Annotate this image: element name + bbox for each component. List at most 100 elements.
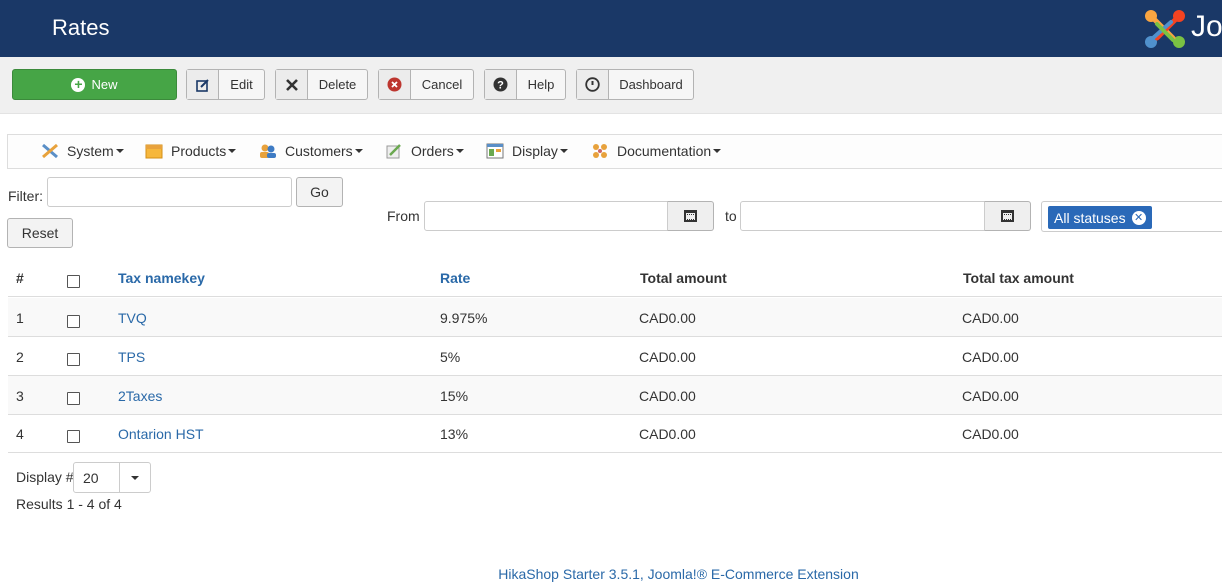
from-label: From (387, 208, 420, 224)
table-row: 4 Ontarion HST 13% CAD0.00 CAD0.00 (8, 414, 1222, 453)
filter-input[interactable] (47, 177, 292, 207)
row-checkbox[interactable] (67, 430, 80, 443)
go-button[interactable]: Go (296, 177, 343, 207)
menu-item-orders[interactable]: Orders (385, 143, 464, 159)
cancel-button-label: Cancel (421, 77, 463, 92)
row-num: 2 (16, 349, 24, 365)
select-all-checkbox[interactable] (67, 275, 80, 288)
edit-button-label: Edit (230, 77, 253, 92)
display-icon (486, 143, 504, 159)
caret-down-icon (115, 149, 124, 153)
row-num: 1 (16, 310, 24, 326)
status-tag: All statuses ✕ (1048, 206, 1152, 229)
display-count-select[interactable]: 20 (73, 462, 151, 493)
footer-link[interactable]: HikaShop Starter 3.5.1, Joomla!® E-Comme… (0, 566, 1222, 582)
documentation-icon (593, 144, 607, 158)
status-filter[interactable]: All statuses ✕ (1041, 201, 1222, 232)
tools-icon (42, 143, 58, 159)
calendar-icon (684, 210, 697, 222)
to-date-input[interactable] (740, 201, 985, 231)
row-namekey-link[interactable]: 2Taxes (118, 388, 162, 404)
caret-down-icon (228, 149, 237, 153)
main-menu: System Products Customers Orders Display… (7, 134, 1222, 169)
row-namekey-link[interactable]: TPS (118, 349, 145, 365)
svg-text:?: ? (497, 80, 504, 92)
row-rate: 13% (440, 426, 469, 442)
menu-item-display[interactable]: Display (486, 143, 568, 159)
caret-down-icon (119, 463, 150, 492)
row-namekey-link[interactable]: TVQ (118, 310, 147, 326)
results-count: Results 1 - 4 of 4 (16, 496, 122, 512)
row-namekey-link[interactable]: Ontarion HST (118, 426, 204, 442)
row-rate: 5% (440, 349, 461, 365)
row-rate: 15% (440, 388, 469, 404)
menu-item-label: Documentation (617, 143, 712, 159)
menu-item-label: Orders (411, 143, 454, 159)
col-total-tax-amount: Total tax amount (963, 270, 1074, 286)
filter-label: Filter: (8, 188, 43, 204)
menu-item-label: Display (512, 143, 558, 159)
dashboard-button[interactable]: Dashboard (576, 69, 694, 100)
row-tax-total: CAD0.00 (962, 426, 1019, 442)
menu-item-system[interactable]: System (41, 143, 124, 159)
joomla-logo[interactable]: Jo (1143, 8, 1222, 50)
table-header: # Tax namekey Rate Total amount Total ta… (8, 259, 1222, 297)
menu-item-products[interactable]: Products (145, 143, 237, 159)
customers-icon (260, 144, 276, 158)
status-tag-label: All statuses (1054, 209, 1126, 226)
toolbar: + New Edit Delete Cancel ? Help Dashboar… (0, 57, 1222, 114)
to-calendar-button[interactable] (984, 201, 1031, 231)
display-label: Display # (16, 469, 74, 485)
joomla-logo-icon (1145, 10, 1185, 48)
row-checkbox[interactable] (67, 353, 80, 366)
caret-down-icon (455, 149, 464, 153)
products-icon (145, 144, 163, 159)
row-tax-total: CAD0.00 (962, 310, 1019, 326)
caret-down-icon (559, 149, 568, 153)
row-rate: 9.975% (440, 310, 488, 326)
col-total-amount: Total amount (640, 270, 727, 286)
orders-icon (386, 144, 401, 159)
row-tax-total: CAD0.00 (962, 388, 1019, 404)
menu-item-label: Customers (285, 143, 353, 159)
row-tax-total: CAD0.00 (962, 349, 1019, 365)
dashboard-button-label: Dashboard (619, 77, 683, 92)
menu-item-label: Products (171, 143, 227, 159)
reset-button[interactable]: Reset (7, 218, 73, 248)
table-row: 1 TVQ 9.975% CAD0.00 CAD0.00 (8, 298, 1222, 337)
col-tax-namekey[interactable]: Tax namekey (118, 270, 205, 286)
top-header: Rates Jo (0, 0, 1222, 57)
row-total: CAD0.00 (639, 426, 696, 442)
menu-item-label: System (67, 143, 114, 159)
row-total: CAD0.00 (639, 349, 696, 365)
new-button[interactable]: + New (12, 69, 177, 100)
to-label: to (725, 208, 737, 224)
calendar-icon (1001, 210, 1014, 222)
help-button[interactable]: ? Help (484, 69, 566, 100)
delete-button-label: Delete (318, 77, 357, 92)
new-button-label: New (91, 77, 118, 92)
row-num: 3 (16, 388, 24, 404)
plus-circle-icon: + (71, 77, 86, 92)
cancel-icon (379, 70, 411, 99)
menu-item-customers[interactable]: Customers (259, 143, 363, 159)
from-date-input[interactable] (424, 201, 668, 231)
edit-button[interactable]: Edit (186, 69, 265, 100)
help-button-label: Help (527, 77, 555, 92)
caret-down-icon (713, 149, 722, 153)
edit-icon (187, 70, 219, 99)
from-calendar-button[interactable] (667, 201, 714, 231)
cancel-button[interactable]: Cancel (378, 69, 474, 100)
menu-item-documentation[interactable]: Documentation (591, 143, 722, 159)
col-num: # (16, 270, 24, 286)
table-row: 3 2Taxes 15% CAD0.00 CAD0.00 (8, 376, 1222, 415)
caret-down-icon (354, 149, 363, 153)
page-title: Rates (52, 15, 110, 40)
row-checkbox[interactable] (67, 315, 80, 328)
delete-button[interactable]: Delete (275, 69, 368, 100)
row-num: 4 (16, 426, 24, 442)
remove-tag-icon[interactable]: ✕ (1131, 210, 1146, 225)
table-row: 2 TPS 5% CAD0.00 CAD0.00 (8, 337, 1222, 376)
col-rate[interactable]: Rate (440, 270, 470, 286)
row-checkbox[interactable] (67, 392, 80, 405)
